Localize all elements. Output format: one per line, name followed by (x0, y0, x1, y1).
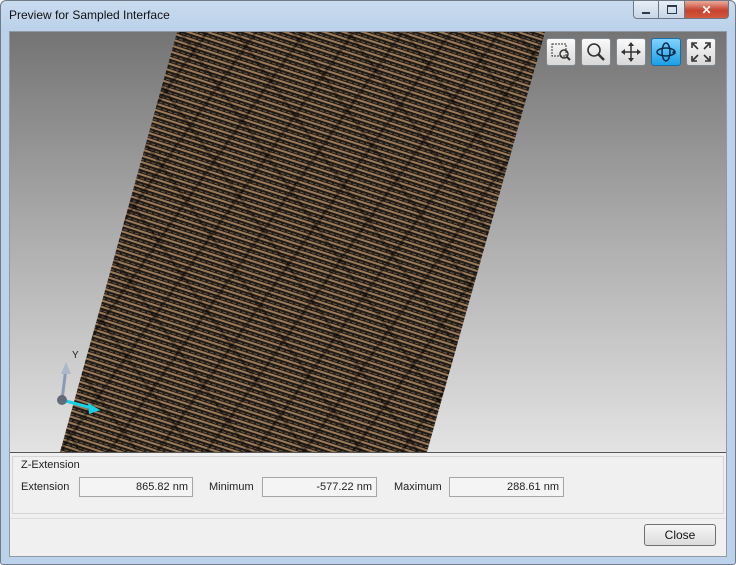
close-icon: ✕ (701, 2, 712, 17)
move-arrows-icon (621, 42, 641, 62)
minimize-icon (642, 11, 650, 14)
sampled-surface (60, 32, 545, 452)
zoom-button[interactable] (581, 38, 611, 66)
extension-value-field: 865.82 nm (79, 477, 193, 497)
rotate-3d-icon (656, 42, 676, 62)
dialog-client-area: Y Z-Extension Extension 865.82 nm Minimu… (9, 31, 727, 557)
extension-label: Extension (21, 481, 70, 493)
maximize-button[interactable] (659, 1, 685, 19)
title-bar[interactable]: Preview for Sampled Interface ✕ (1, 1, 735, 31)
close-window-button[interactable]: ✕ (685, 1, 729, 19)
zoom-rectangle-icon (551, 43, 571, 61)
view-toolbar (546, 38, 716, 66)
minimize-button[interactable] (633, 1, 659, 19)
maximize-icon (666, 5, 677, 14)
window-controls: ✕ (633, 1, 729, 20)
rotate-button[interactable] (651, 38, 681, 66)
preview-window: Preview for Sampled Interface ✕ Y Z-Exte… (0, 0, 736, 565)
3d-preview-viewport[interactable]: Y (10, 32, 726, 453)
minimum-value-field: -577.22 nm (262, 477, 377, 497)
magnifier-icon (587, 43, 605, 61)
maximum-label: Maximum (394, 481, 442, 493)
maximum-value-field: 288.61 nm (449, 477, 564, 497)
minimum-label: Minimum (209, 481, 254, 493)
zoom-window-button[interactable] (546, 38, 576, 66)
z-extension-group: Z-Extension Extension 865.82 nm Minimum … (12, 456, 724, 514)
fit-all-button[interactable] (686, 38, 716, 66)
axes-icon (57, 362, 100, 414)
orientation-axes: Y (48, 350, 108, 420)
window-title: Preview for Sampled Interface (9, 8, 170, 22)
close-button[interactable]: Close (644, 524, 716, 546)
footer-divider (10, 518, 726, 519)
z-extension-title: Z-Extension (21, 459, 80, 471)
fit-all-icon (691, 42, 711, 62)
pan-button[interactable] (616, 38, 646, 66)
